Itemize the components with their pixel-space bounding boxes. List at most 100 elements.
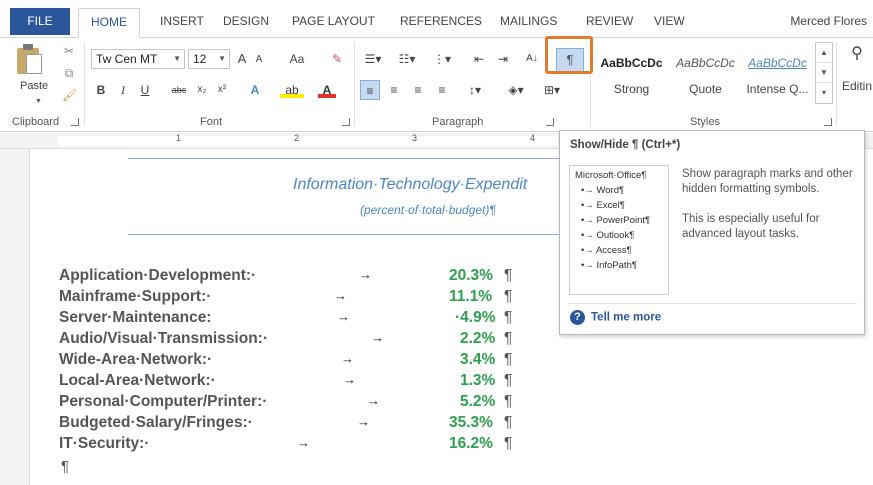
text-effects-icon[interactable]: A [244,80,266,100]
align-right-icon[interactable]: ≡ [408,80,428,100]
borders-icon[interactable]: ⊞▾ [538,80,566,100]
ruler-number: 2 [294,133,300,143]
row-value: 16.2% [449,435,493,452]
paste-button[interactable]: Paste [20,80,48,92]
styles-launcher-icon[interactable] [824,118,832,126]
pilcrow-mark: ¶ [504,288,513,305]
clipboard-launcher-icon[interactable] [71,118,79,126]
tab-arrow-icon: → [341,351,354,366]
preview-item: •→ Outlook¶ [581,230,635,241]
highlight-color-icon[interactable]: ab [280,80,304,98]
tooltip-description-1: Show paragraph marks and other hidden fo… [682,168,853,195]
ruler-number: 1 [176,133,182,143]
style-name: Quote [689,82,722,96]
vertical-ruler[interactable] [0,149,30,485]
bold-button[interactable]: B [92,80,110,100]
increase-indent-icon[interactable]: ⇥ [494,49,512,69]
shrink-font-button[interactable]: A [252,50,266,70]
style-name: Intense Q... [746,82,809,96]
tooltip-description-2: This is especially useful for advanced l… [682,213,820,240]
font-launcher-icon[interactable] [342,118,350,126]
pilcrow-mark: ¶ [504,393,513,410]
tab-mailings[interactable]: MAILINGS [492,8,565,34]
row-value: 5.2% [460,393,496,410]
table-row: Wide-Area·Network:· → 3.4% ¶ [59,351,512,372]
paste-icon[interactable] [17,44,43,76]
tab-references[interactable]: REFERENCES [392,8,490,34]
tab-insert[interactable]: INSERT [152,8,212,34]
tab-file[interactable]: FILE [10,8,70,35]
style-quote[interactable]: AaBbCcDc Quote [668,46,743,102]
paste-dropdown-icon[interactable]: ▼ [35,98,42,105]
grow-font-button[interactable]: A [234,49,250,69]
row-value: 1.3% [460,372,496,389]
tooltip-preview: Microsoft·Office¶ •→ Word¶ •→ Excel¶ •→ … [569,165,669,295]
tooltip-divider [569,303,857,304]
shading-icon[interactable]: ◈▾ [502,80,530,100]
font-name-combo[interactable]: Tw Cen MT ▼ [91,49,185,69]
tab-arrow-icon: → [343,372,356,387]
copy-icon[interactable]: ⧉ [62,66,76,80]
multilevel-list-icon[interactable]: ⋮▾ [428,49,456,69]
show-hide-tooltip: Show/Hide ¶ (Ctrl+*) Microsoft·Office¶ •… [559,130,865,335]
numbering-icon[interactable]: ☷▾ [394,49,420,69]
more-icon[interactable]: ▾ [816,83,832,103]
row-label: Server·Maintenance: [59,309,212,326]
tab-review[interactable]: REVIEW [578,8,641,34]
ruler-track [58,136,558,146]
styles-gallery-scroll[interactable]: ▲ ▼ ▾ [815,42,833,104]
paper-icon [26,54,42,74]
sort-icon[interactable]: A↓ [524,49,540,69]
header-rule [128,234,598,235]
tell-me-more-label: Tell me more [591,311,662,324]
editing-button[interactable]: Editin [842,76,873,96]
row-label: Wide-Area·Network:· [59,351,213,368]
row-label: IT·Security:· [59,435,150,452]
tab-page-layout[interactable]: PAGE LAYOUT [284,8,383,34]
help-icon: ? [570,310,585,325]
row-value: ·4.9% [455,309,496,326]
superscript-button[interactable]: x² [214,80,230,100]
decrease-indent-icon[interactable]: ⇤ [470,49,488,69]
pilcrow-mark: ¶ [504,351,513,368]
tab-home[interactable]: HOME [78,8,140,38]
user-name[interactable]: Merced Flores [790,8,867,34]
chevron-up-icon[interactable]: ▲ [816,43,832,63]
align-left-icon[interactable]: ≡ [360,80,380,100]
strikethrough-button[interactable]: abc [167,80,191,100]
tab-design[interactable]: DESIGN [215,8,277,34]
font-size-combo[interactable]: 12 ▼ [188,49,230,69]
tab-view[interactable]: VIEW [646,8,693,34]
ribbon: Paste ▼ ✂ ⧉ 🖌 Clipboard Tw Cen MT ▼ 12 ▼… [0,37,873,132]
clear-formatting-icon[interactable]: ✎ [328,49,346,69]
line-spacing-icon[interactable]: ↕▾ [462,80,488,100]
tell-me-more-link[interactable]: ? Tell me more [570,310,661,325]
tab-arrow-icon: → [337,309,350,324]
subscript-button[interactable]: x₂ [194,80,210,100]
table-row: Local-Area·Network:· → 1.3% ¶ [59,372,512,393]
cut-icon[interactable]: ✂ [62,44,76,58]
style-strong[interactable]: AaBbCcDc Strong [594,46,669,102]
row-value: 3.4% [460,351,496,368]
italic-button[interactable]: I [114,80,132,100]
preview-item: •→ InfoPath¶ [581,260,637,271]
change-case-button[interactable]: Aa [286,49,308,69]
format-painter-icon[interactable]: 🖌 [62,88,77,102]
justify-icon[interactable]: ≡ [432,80,452,100]
ruler-number: 4 [530,133,536,143]
style-sample: AaBbCcDc [748,56,807,70]
underline-button[interactable]: U [136,80,154,100]
align-center-icon[interactable]: ≡ [384,80,404,100]
font-color-icon[interactable]: A [318,80,336,98]
style-sample: AaBbCcDc [600,56,663,70]
paragraph-launcher-icon[interactable] [546,118,554,126]
pilcrow-mark: ¶ [504,309,513,326]
style-intense-quote[interactable]: AaBbCcDc Intense Q... [740,46,815,102]
styles-group-label: Styles [690,116,720,128]
chevron-down-icon[interactable]: ▼ [816,63,832,83]
group-divider [836,42,837,126]
binoculars-icon[interactable]: ⚲ [848,44,866,64]
bullets-icon[interactable]: ☰▾ [360,49,386,69]
pilcrow-mark: ¶ [504,414,513,431]
clipboard-clip-icon [23,44,33,50]
